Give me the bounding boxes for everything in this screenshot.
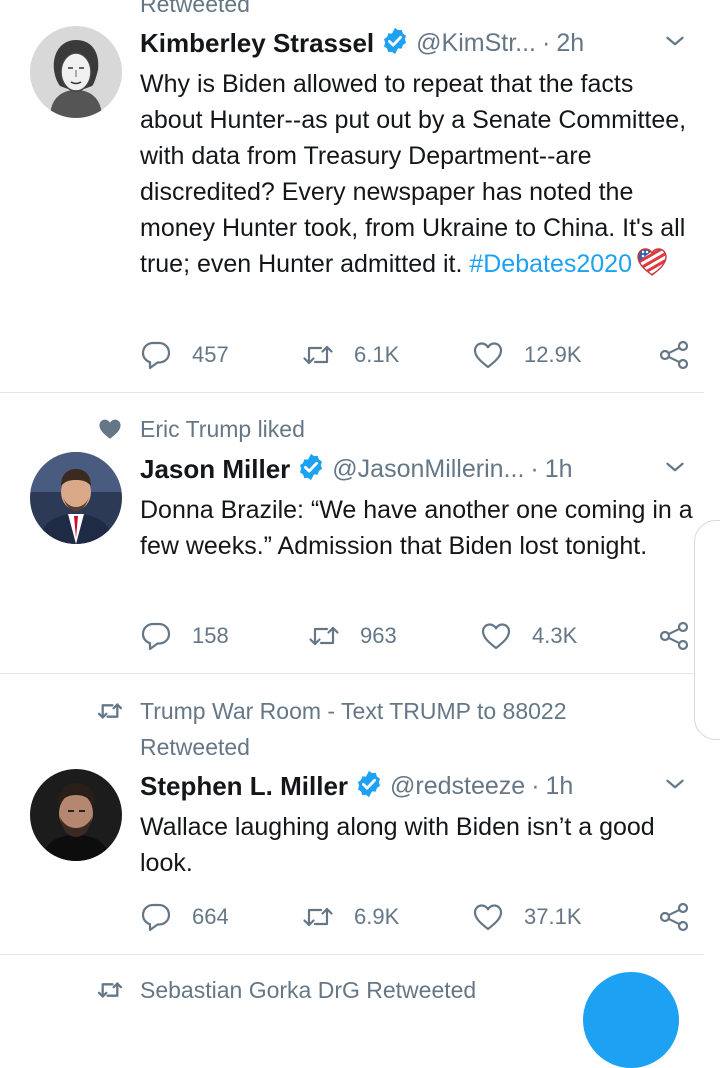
- heart-icon: [480, 621, 512, 651]
- reply-count: 457: [192, 342, 229, 367]
- retweet-icon: [308, 621, 340, 651]
- author-name[interactable]: Jason Miller: [140, 454, 290, 484]
- verified-badge-icon: [354, 769, 384, 799]
- author-handle[interactable]: @redsteeze: [390, 772, 525, 800]
- separator-dot: ·: [530, 455, 539, 483]
- avatar-kimberley-strassel-image: [30, 26, 122, 118]
- reply-icon: [140, 902, 172, 932]
- like-count: 12.9K: [524, 342, 582, 367]
- retweet-icon: [97, 977, 123, 1003]
- author-name[interactable]: Kimberley Strassel: [140, 28, 374, 58]
- author-name[interactable]: Stephen L. Miller: [140, 771, 348, 801]
- tweet-header: Jason Miller @JasonMillerin... · 1h: [140, 452, 700, 486]
- tweet-timestamp[interactable]: 1h: [545, 455, 573, 483]
- compose-tweet-button[interactable]: [583, 972, 679, 1068]
- divider: [0, 673, 704, 674]
- separator-dot: ·: [531, 772, 540, 800]
- chevron-down-icon[interactable]: [662, 454, 688, 480]
- social-context-text[interactable]: Eric Trump liked: [140, 415, 305, 443]
- divider: [0, 392, 704, 393]
- tweet-header: Stephen L. Miller @redsteeze · 1h: [140, 769, 700, 803]
- hashtag-link[interactable]: #Debates2020: [469, 250, 632, 278]
- verified-badge-icon: [380, 26, 410, 56]
- social-context-text[interactable]: Sebastian Gorka DrG Retweeted: [140, 976, 476, 1004]
- retweet-count: 6.1K: [354, 342, 400, 367]
- social-context-text[interactable]: Trump War Room - Text TRUMP to 88022: [140, 697, 567, 725]
- avatar[interactable]: [30, 769, 122, 861]
- tweet-timestamp[interactable]: 1h: [546, 772, 574, 800]
- tweet-text[interactable]: Why is Biden allowed to repeat that the …: [140, 66, 700, 282]
- social-context: Trump War Room - Text TRUMP to 88022: [0, 697, 720, 725]
- heart-icon: [472, 902, 504, 932]
- flag-heart-emoji: [637, 248, 667, 276]
- timeline: Retweeted Kimberley Strassel @KimStr... · 2…: [0, 0, 720, 1068]
- heart-icon: [472, 340, 504, 370]
- retweet-count: 963: [360, 623, 397, 648]
- retweet-count: 6.9K: [354, 904, 400, 929]
- reply-count: 158: [192, 623, 229, 648]
- chevron-down-icon[interactable]: [662, 771, 688, 797]
- share-icon[interactable]: [658, 621, 690, 651]
- separator-dot: ·: [541, 29, 551, 57]
- share-icon[interactable]: [658, 340, 690, 370]
- verified-badge-icon: [296, 452, 326, 482]
- tweet-actions: 457 6.1K 12.9K: [140, 337, 700, 373]
- share-icon[interactable]: [658, 902, 690, 932]
- reply-icon: [140, 621, 172, 651]
- tweet-actions: 664 6.9K 37.1K: [140, 899, 700, 935]
- author-handle[interactable]: @JasonMillerin...: [332, 455, 524, 483]
- tweet-body: Why is Biden allowed to repeat that the …: [140, 70, 687, 278]
- tweet-text[interactable]: Donna Brazile: “We have another one comi…: [140, 492, 700, 564]
- social-context-retweeted: Retweeted: [140, 734, 250, 760]
- avatar[interactable]: [30, 26, 122, 118]
- like-count: 4.3K: [532, 623, 578, 648]
- side-drawer-handle[interactable]: [694, 520, 720, 740]
- retweet-icon: [302, 340, 334, 370]
- tweet-actions: 158 963 4.3K: [140, 618, 700, 654]
- heart-icon: [97, 416, 123, 442]
- social-context-retweeted: Retweeted: [140, 0, 250, 17]
- avatar[interactable]: [30, 452, 122, 544]
- retweet-icon: [97, 698, 123, 724]
- tweet-header: Kimberley Strassel @KimStr... · 2h: [140, 26, 700, 60]
- divider: [0, 954, 704, 955]
- reply-icon: [140, 340, 172, 370]
- like-count: 37.1K: [524, 904, 582, 929]
- author-handle[interactable]: @KimStr...: [416, 29, 536, 57]
- tweet-timestamp[interactable]: 2h: [556, 29, 584, 57]
- retweet-icon: [302, 902, 334, 932]
- tweet-text[interactable]: Wallace laughing along with Biden isn’t …: [140, 809, 700, 881]
- social-context: Eric Trump liked: [0, 415, 720, 443]
- chevron-down-icon[interactable]: [662, 28, 688, 54]
- avatar-stephen-miller-image: [30, 769, 122, 861]
- avatar-jason-miller-image: [30, 452, 122, 544]
- reply-count: 664: [192, 904, 229, 929]
